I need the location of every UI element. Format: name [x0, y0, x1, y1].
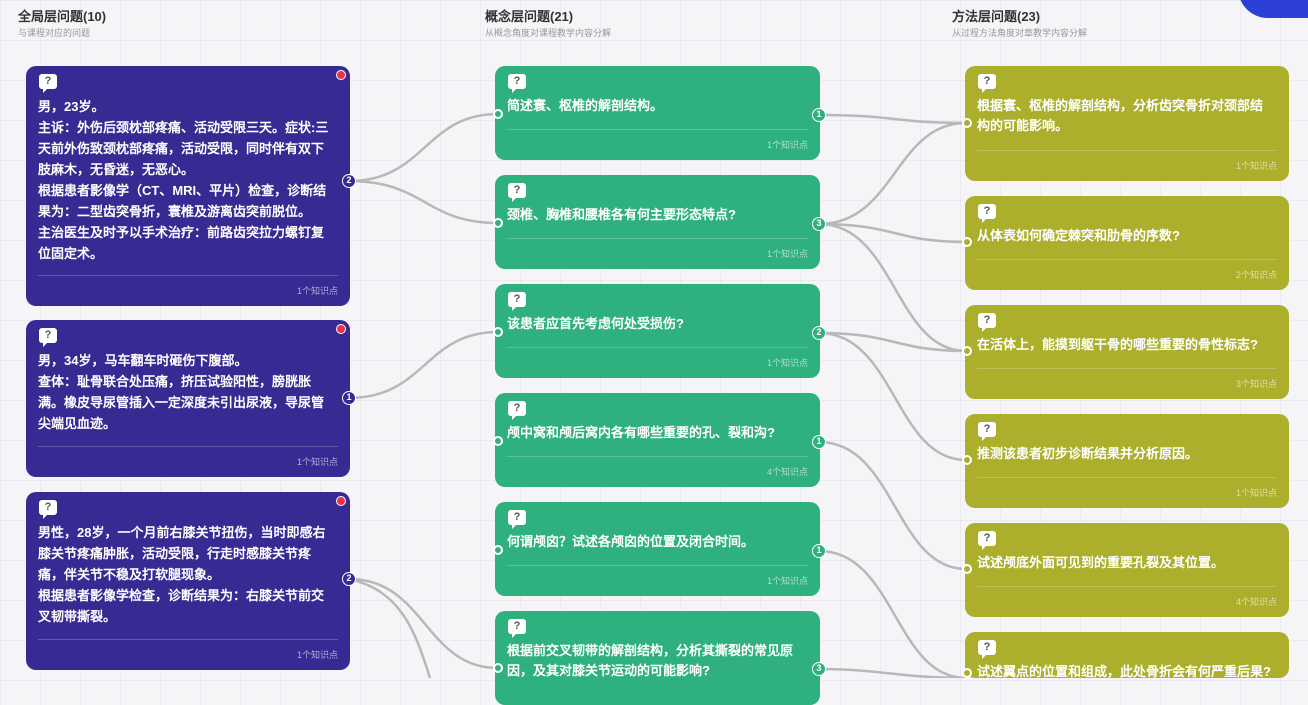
question-text: 试述翼点的位置和组成，此处骨折会有何严重后果?	[977, 664, 1271, 678]
knowledge-count: 1个知识点	[38, 275, 338, 306]
knowledge-count: 1个知识点	[507, 347, 808, 378]
link-c2-m3	[818, 222, 967, 353]
input-port[interactable]	[493, 545, 503, 555]
link-count-badge[interactable]: 3	[812, 217, 826, 231]
question-bubble-icon: ?	[978, 74, 996, 93]
concept-question-card[interactable]: ? 颅中窝和颅后窝内各有哪些重要的孔、裂和沟? 4个知识点	[495, 393, 820, 487]
question-bubble-icon: ?	[978, 204, 996, 223]
input-port[interactable]	[493, 436, 503, 446]
input-port[interactable]	[493, 218, 503, 228]
unread-dot	[336, 496, 346, 506]
question-text: 该患者应首先考虑何处受损伤?	[507, 316, 684, 331]
question-text: 颈椎、胸椎和腰椎各有何主要形态特点?	[507, 207, 736, 222]
link-g1-c2	[348, 179, 499, 225]
knowledge-count: 4个知识点	[977, 586, 1277, 617]
question-bubble-icon: ?	[39, 328, 57, 347]
knowledge-count: 1个知识点	[38, 446, 338, 477]
question-bubble-icon: ?	[508, 74, 526, 93]
knowledge-count: 4个知识点	[507, 456, 808, 487]
link-count-badge[interactable]: 1	[812, 544, 826, 558]
link-c4-m5	[818, 440, 967, 571]
question-text: 何谓颅囟？试述各颅囟的位置及闭合时间。	[507, 534, 755, 549]
question-bubble-icon: ?	[39, 500, 57, 519]
link-count-badge[interactable]: 2	[812, 326, 826, 340]
link-count-badge[interactable]: 1	[812, 108, 826, 122]
link-c3-m4	[818, 331, 967, 462]
link-g1-c1	[348, 112, 499, 183]
knowledge-count: 1个知识点	[507, 565, 808, 596]
knowledge-count: 3个知识点	[977, 368, 1277, 399]
input-port[interactable]	[493, 327, 503, 337]
question-text: 男，23岁。 主诉：外伤后颈枕部疼痛、活动受限三天。症状:三天前外伤致颈枕部疼痛…	[38, 99, 329, 261]
question-text: 根据寰、枢椎的解剖结构，分析齿突骨折对颈部结构的可能影响。	[977, 98, 1264, 133]
question-text: 男性，28岁，一个月前右膝关节扭伤，当时即感右膝关节疼痛肿胀，活动受限，行走时感…	[38, 525, 326, 624]
unread-dot	[336, 324, 346, 334]
input-port[interactable]	[493, 663, 503, 673]
question-bubble-icon: ?	[978, 422, 996, 441]
question-text: 颅中窝和颅后窝内各有哪些重要的孔、裂和沟?	[507, 425, 775, 440]
question-text: 从体表如何确定棘突和肋骨的序数?	[977, 228, 1180, 243]
method-question-card[interactable]: ? 在活体上，能摸到躯干骨的哪些重要的骨性标志? 3个知识点	[965, 305, 1289, 399]
link-count-badge[interactable]: 2	[342, 572, 356, 586]
concept-question-card[interactable]: ? 何谓颅囟？试述各颅囟的位置及闭合时间。 1个知识点	[495, 502, 820, 596]
input-port[interactable]	[962, 118, 972, 128]
link-c5-m6	[818, 549, 967, 678]
method-question-card[interactable]: ? 推测该患者初步诊断结果并分析原因。 1个知识点	[965, 414, 1289, 508]
question-bubble-icon: ?	[508, 292, 526, 311]
link-c2-m2	[818, 222, 967, 244]
question-text: 男，34岁，马车翻车时砸伤下腹部。 查体：耻骨联合处压痛，挤压试验阳性，膀胱胀满…	[38, 353, 325, 431]
knowledge-count: 1个知识点	[977, 477, 1277, 508]
method-question-card[interactable]: ? 从体表如何确定棘突和肋骨的序数? 2个知识点	[965, 196, 1289, 290]
link-count-badge[interactable]: 1	[812, 435, 826, 449]
link-g2-c3	[348, 330, 499, 400]
link-count-badge[interactable]: 2	[342, 174, 356, 188]
question-bubble-icon: ?	[508, 510, 526, 529]
method-question-card[interactable]: ? 根据寰、枢椎的解剖结构，分析齿突骨折对颈部结构的可能影响。 1个知识点	[965, 66, 1289, 181]
knowledge-count: 1个知识点	[977, 150, 1277, 181]
input-port[interactable]	[962, 455, 972, 465]
link-g3-down	[348, 577, 432, 678]
question-bubble-icon: ?	[508, 619, 526, 638]
link-c1-m1	[818, 113, 967, 125]
question-bubble-icon: ?	[978, 531, 996, 550]
unread-dot	[336, 70, 346, 80]
question-text: 根据前交叉韧带的解剖结构，分析其撕裂的常见原因，及其对膝关节运动的可能影响?	[507, 643, 794, 678]
question-bubble-icon: ?	[508, 183, 526, 202]
question-text: 在活体上，能摸到躯干骨的哪些重要的骨性标志?	[977, 337, 1258, 352]
knowledge-count: 2个知识点	[977, 259, 1277, 290]
concept-question-card[interactable]: ? 颈椎、胸椎和腰椎各有何主要形态特点? 1个知识点	[495, 175, 820, 269]
knowledge-count: 1个知识点	[507, 129, 808, 160]
knowledge-count: 1个知识点	[38, 639, 338, 670]
question-bubble-icon: ?	[39, 74, 57, 93]
link-c3-m3	[818, 331, 967, 353]
input-port[interactable]	[962, 668, 972, 678]
concept-question-card[interactable]: ? 简述寰、枢椎的解剖结构。 1个知识点	[495, 66, 820, 160]
question-bubble-icon: ?	[978, 313, 996, 332]
input-port[interactable]	[493, 109, 503, 119]
global-question-card[interactable]: ? 男性，28岁，一个月前右膝关节扭伤，当时即感右膝关节疼痛肿胀，活动受限，行走…	[26, 492, 350, 670]
question-text: 试述颅底外面可见到的重要孔裂及其位置。	[977, 555, 1225, 570]
link-c2-m1	[818, 121, 967, 226]
question-bubble-icon: ?	[508, 401, 526, 420]
input-port[interactable]	[962, 346, 972, 356]
link-count-badge[interactable]: 1	[342, 391, 356, 405]
input-port[interactable]	[962, 564, 972, 574]
question-bubble-icon: ?	[978, 640, 996, 659]
concept-question-card[interactable]: ? 根据前交叉韧带的解剖结构，分析其撕裂的常见原因，及其对膝关节运动的可能影响?	[495, 611, 820, 705]
link-count-badge[interactable]: 3	[812, 662, 826, 676]
question-text: 简述寰、枢椎的解剖结构。	[507, 98, 664, 113]
global-question-card[interactable]: ? 男，23岁。 主诉：外伤后颈枕部疼痛、活动受限三天。症状:三天前外伤致颈枕部…	[26, 66, 350, 306]
method-question-card[interactable]: ? 试述翼点的位置和组成，此处骨折会有何严重后果?	[965, 632, 1289, 678]
input-port[interactable]	[962, 237, 972, 247]
concept-question-card[interactable]: ? 该患者应首先考虑何处受损伤? 1个知识点	[495, 284, 820, 378]
knowledge-count: 1个知识点	[507, 238, 808, 269]
question-text: 推测该患者初步诊断结果并分析原因。	[977, 446, 1199, 461]
global-question-card[interactable]: ? 男，34岁，马车翻车时砸伤下腹部。 查体：耻骨联合处压痛，挤压试验阳性，膀胱…	[26, 320, 350, 477]
method-question-card[interactable]: ? 试述颅底外面可见到的重要孔裂及其位置。 4个知识点	[965, 523, 1289, 617]
